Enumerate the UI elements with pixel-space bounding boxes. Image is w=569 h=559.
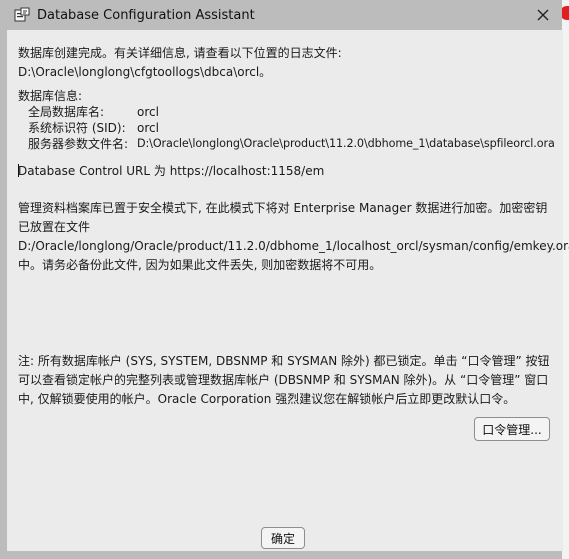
ok-button[interactable]: 确定 [261,527,305,549]
window-title: Database Configuration Assistant [37,8,255,23]
control-url[interactable]: Database Control URL 为 https://localhost… [18,163,324,179]
spfile-value: D:\Oracle\longlong\Oracle\product\11.2.0… [137,137,555,150]
title-bar[interactable]: Database Configuration Assistant [0,0,562,30]
global-db-name-value: orcl [137,105,159,119]
spfile-label: 服务器参数文件名: [28,137,129,151]
log-path: D:\Oracle\longlong\cfgtoollogs\dbca\orcl… [18,65,272,79]
close-button[interactable] [532,4,554,26]
dbca-dialog: Database Configuration Assistant 数据库创建完成… [0,0,569,559]
db-info-header: 数据库信息: [18,89,83,103]
completion-message: 数据库创建完成。有关详细信息, 请查看以下位置的日志文件: [18,46,342,60]
dbca-app-icon [14,7,30,22]
sid-label: 系统标识符 (SID): [28,121,126,135]
global-db-name-label: 全局数据库名: [28,105,105,119]
locked-accounts-note: 注: 所有数据库帐户 (SYS, SYSTEM, DBSNMP 和 SYSMAN… [18,354,550,406]
dialog-content: 数据库创建完成。有关详细信息, 请查看以下位置的日志文件: D:\Oracle\… [7,30,569,551]
secure-mode-message: 管理资料档案库已置于安全模式下, 在此模式下将对 Enterprise Mana… [18,201,569,272]
password-management-button[interactable]: 口令管理... [474,417,550,441]
sid-value: orcl [137,121,159,135]
close-icon [537,9,549,21]
